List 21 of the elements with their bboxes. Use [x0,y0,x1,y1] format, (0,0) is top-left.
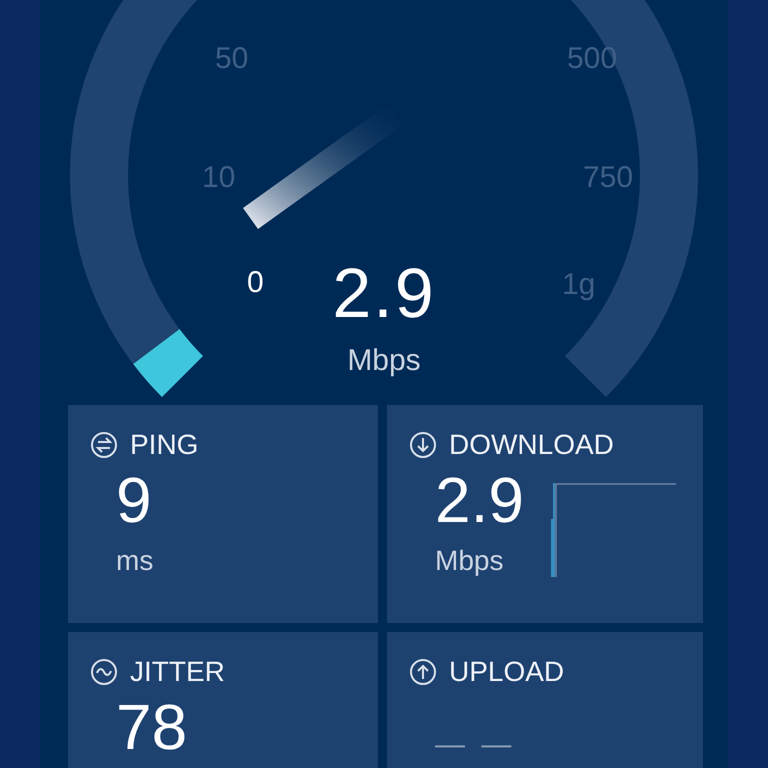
gauge-tick-label: 500 [567,44,618,74]
metric-unit: ms [116,545,154,577]
metric-value: 2.9 [435,467,524,533]
swap-arrows-icon [90,431,118,459]
gauge-tick-label: 1g [562,270,596,300]
gauge-tick-label: 750 [583,163,634,193]
metric-label: JITTER [130,656,225,688]
pending-value: — — [435,728,516,762]
speed-value: 2.9 [332,258,436,328]
gauge-tick-label: 0 [247,268,264,298]
metric-value: 78 [116,694,188,760]
wave-icon [90,658,118,686]
metric-label: UPLOAD [449,656,564,688]
metric-value: 9 [116,467,153,533]
metric-unit: Mbps [435,545,504,577]
gauge-fill [133,328,204,397]
metric-label: PING [130,429,198,461]
gauge-tick-label: 50 [215,44,248,74]
gauge-tick-label: 10 [202,163,236,193]
metric-label: DOWNLOAD [449,429,614,461]
speed-unit: Mbps [347,344,421,378]
